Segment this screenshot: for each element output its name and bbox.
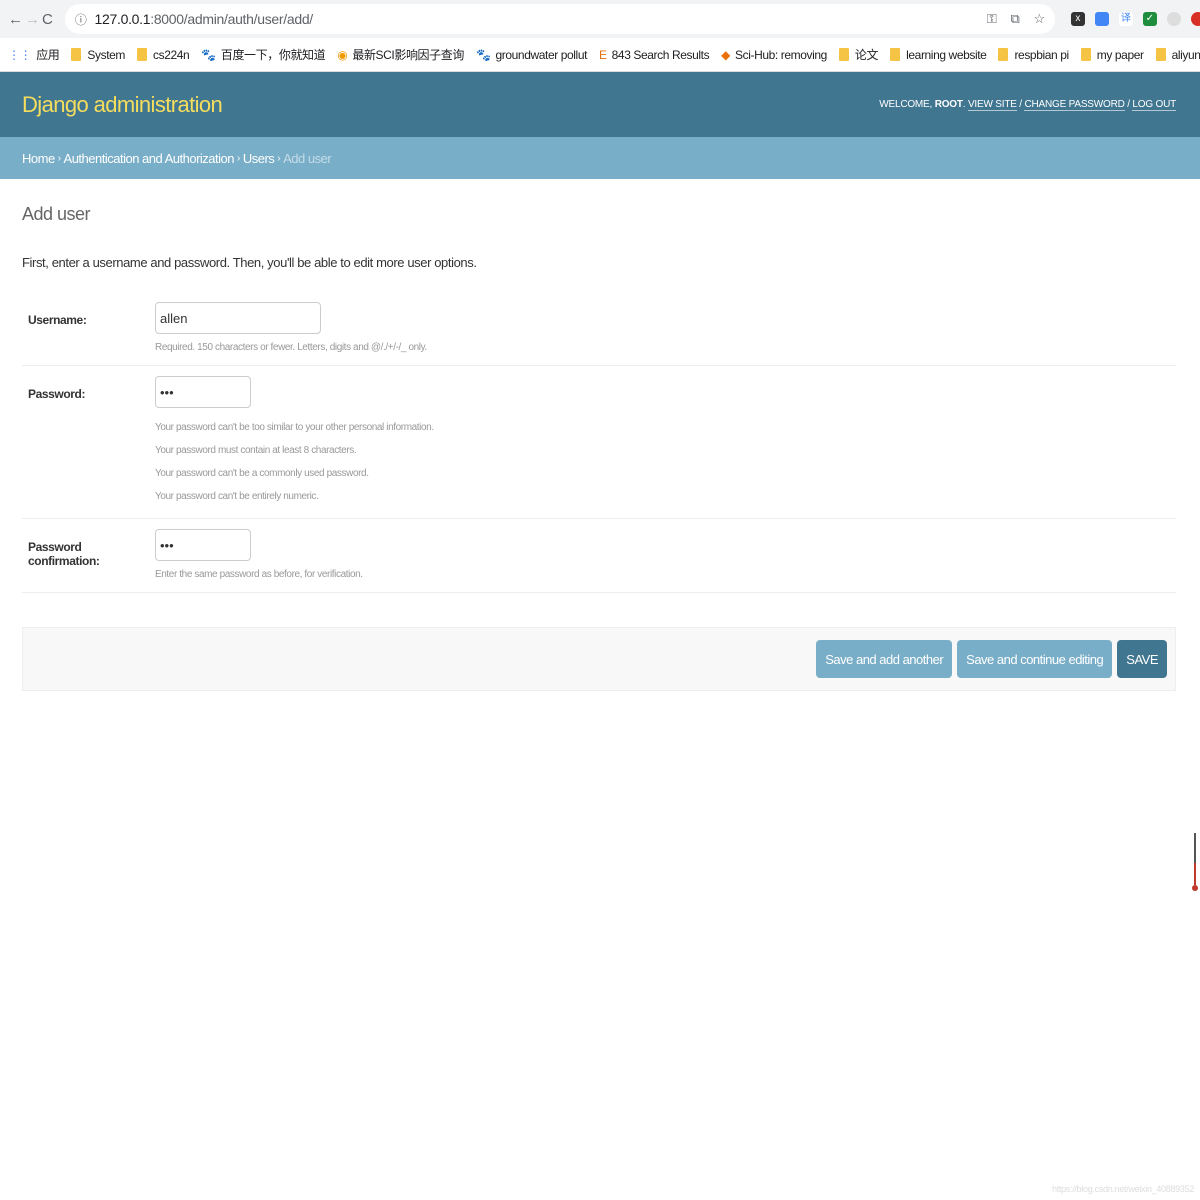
paw-icon: 🐾 (201, 47, 216, 62)
bookmark-item[interactable]: System (71, 48, 125, 62)
breadcrumb-model[interactable]: Users (243, 151, 275, 166)
bookmark-label: 最新SCI影响因子查询 (352, 48, 464, 62)
bookmark-item[interactable]: ◉ 最新SCI影响因子查询 (337, 46, 464, 63)
bookmark-label: groundwater pollut (495, 47, 588, 62)
e-icon: E (599, 47, 607, 62)
user-tools: Welcome, root. View site / Change passwo… (879, 99, 1176, 111)
password-help-item: Your password can't be entirely numeric. (155, 491, 319, 502)
password-help-item: Your password can't be a commonly used p… (155, 468, 369, 479)
bookmark-label: cs224n (153, 47, 190, 62)
folder-icon (998, 48, 1009, 61)
breadcrumb-current: Add user (283, 150, 332, 166)
url-path: :8000/admin/auth/user/add/ (150, 11, 313, 27)
username-label: Username: (28, 313, 87, 327)
extension-red-icon[interactable] (1190, 12, 1200, 26)
info-icon[interactable]: ⓘ (75, 11, 87, 28)
save-and-add-another-button[interactable]: Save and add another (816, 640, 953, 678)
star-icon[interactable]: ☆ (1033, 11, 1045, 27)
breadcrumb-home[interactable]: Home (22, 151, 55, 166)
save-and-continue-button[interactable]: Save and continue editing (957, 640, 1113, 678)
bookmark-label: 论文 (854, 48, 879, 62)
main-content: Add user First, enter a username and pas… (0, 179, 1200, 691)
watermark: https://blog.csdn.net/weixin_40889352 (1051, 1184, 1194, 1194)
password-confirmation-label: Password confirmation: (28, 540, 100, 568)
bookmark-label: System (87, 47, 126, 62)
password-confirmation-help: Enter the same password as before, for v… (155, 569, 363, 580)
extension-colorful-icon[interactable] (1094, 12, 1109, 26)
url-host: 127.0.0.1 (94, 11, 151, 27)
breadcrumb-separator: › (277, 152, 281, 164)
folder-icon (71, 48, 82, 61)
extension-x-icon[interactable]: x (1070, 12, 1085, 26)
bookmark-label: aliyun (1171, 47, 1200, 62)
bookmark-label: 百度一下，你就知道 (220, 48, 326, 62)
bird-icon: ◆ (721, 47, 731, 62)
key-icon[interactable]: ⚿ (987, 11, 997, 27)
breadcrumb-separator: › (57, 152, 61, 164)
bookmark-item[interactable]: cs224n (137, 47, 190, 62)
breadcrumb: Home › Authentication and Authorization … (0, 137, 1200, 179)
folder-icon (1080, 48, 1091, 61)
thermometer-icon (1192, 833, 1198, 891)
browser-toolbar: ← → C ⓘ 127.0.0.1:8000/admin/auth/user/a… (0, 0, 1200, 38)
password-help-item: Your password can't be too similar to yo… (155, 422, 434, 433)
extension-circle-icon[interactable] (1166, 12, 1181, 26)
back-arrow-icon[interactable]: ← (8, 11, 23, 28)
breadcrumb-separator: › (237, 152, 240, 164)
bookmark-item[interactable]: E 843 Search Results (599, 47, 710, 62)
orange-icon: ◉ (337, 47, 348, 62)
bookmark-label: learning website (906, 47, 987, 62)
folder-icon (1155, 48, 1166, 61)
bookmark-label: Sci-Hub: removing (735, 47, 827, 62)
view-site-link[interactable]: View site (967, 99, 1017, 111)
django-header: Django administration Welcome, root. Vie… (0, 72, 1200, 137)
username-input[interactable] (155, 302, 321, 334)
bookmark-item[interactable]: 🐾 百度一下，你就知道 (201, 46, 325, 63)
address-bar[interactable]: ⓘ 127.0.0.1:8000/admin/auth/user/add/ ⚿ … (64, 4, 1055, 34)
change-password-link[interactable]: Change password (1024, 99, 1125, 111)
bookmark-item[interactable]: 论文 (838, 46, 879, 63)
save-button[interactable]: Save (1117, 640, 1167, 678)
password-row: Password: Your password can't be too sim… (22, 366, 1176, 519)
page-title: Add user (22, 204, 91, 224)
folder-icon (137, 48, 148, 61)
apps-icon: ⋮⋮ (8, 47, 32, 62)
bookmark-item[interactable]: my paper (1080, 47, 1144, 62)
translate-icon[interactable]: ⧉ (1011, 11, 1020, 27)
bookmark-label: my paper (1096, 47, 1144, 62)
site-branding[interactable]: Django administration (22, 92, 223, 118)
username-row: Username: Required. 150 characters or fe… (22, 292, 1176, 366)
form-intro: First, enter a username and password. Th… (22, 255, 477, 270)
folder-icon (890, 48, 901, 61)
username-help: Required. 150 characters or fewer. Lette… (155, 342, 427, 353)
welcome-text: Welcome, (879, 99, 935, 110)
bookmark-label: 应用 (36, 48, 60, 62)
password-help-list: Your password can't be too similar to yo… (155, 422, 1176, 502)
password-help-item: Your password must contain at least 8 ch… (155, 445, 357, 456)
bookmark-item[interactable]: ◆ Sci-Hub: removing (721, 48, 827, 62)
bookmark-item[interactable]: 🐾 groundwater pollut (476, 48, 587, 62)
current-username: root (934, 99, 963, 110)
folder-icon (838, 48, 849, 61)
bookmarks-bar: ⋮⋮ 应用 System cs224n 🐾 百度一下，你就知道 ◉ 最新SCI影响因子查询 🐾 g… (0, 38, 1200, 72)
bookmark-item[interactable]: ⋮⋮ 应用 (8, 46, 60, 63)
breadcrumb-app[interactable]: Authentication and Authorization (64, 151, 235, 166)
submit-row: Save and add another Save and continue e… (22, 627, 1176, 691)
password-confirmation-input[interactable] (155, 529, 251, 561)
password-confirmation-row: Password confirmation: Enter the same pa… (22, 519, 1176, 593)
extension-translate-icon[interactable]: 译 (1118, 12, 1133, 26)
password-input[interactable] (155, 376, 251, 408)
bookmark-item[interactable]: learning website (890, 47, 987, 62)
reload-icon[interactable]: C (42, 11, 53, 28)
log-out-link[interactable]: Log out (1132, 99, 1176, 111)
bookmark-item[interactable]: respbian pi (998, 47, 1069, 62)
bookmark-label: 843 Search Results (611, 47, 710, 62)
extension-shield-icon[interactable]: ✓ (1142, 12, 1157, 26)
forward-arrow-icon[interactable]: → (25, 11, 40, 28)
bookmark-label: respbian pi (1014, 47, 1069, 62)
bookmark-item[interactable]: aliyun (1155, 47, 1200, 62)
password-label: Password: (28, 387, 86, 401)
paw-icon: 🐾 (475, 47, 491, 62)
